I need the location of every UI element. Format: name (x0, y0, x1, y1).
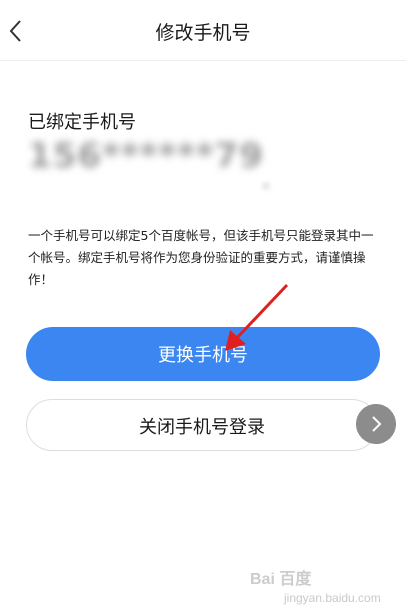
bound-phone-label: 已绑定手机号 (28, 112, 136, 133)
info-text: 一个手机号可以绑定5个百度帐号，但该手机号只能登录其中一个帐号。绑定手机号将作为… (28, 228, 374, 287)
nav-bar: 修改手机号 (0, 0, 406, 61)
close-phone-login-button[interactable]: 关闭手机号登录 (26, 399, 378, 451)
chevron-right-icon[interactable] (356, 404, 396, 444)
page-title: 修改手机号 (155, 22, 251, 44)
baidu-logo-watermark: Bai 百度 (250, 571, 312, 588)
watermark-site: jingyan.baidu.com (284, 591, 381, 605)
bound-phone-number: 156******79 (28, 136, 264, 176)
blur-artifact (262, 182, 270, 190)
change-phone-button[interactable]: 更换手机号 (26, 327, 380, 381)
